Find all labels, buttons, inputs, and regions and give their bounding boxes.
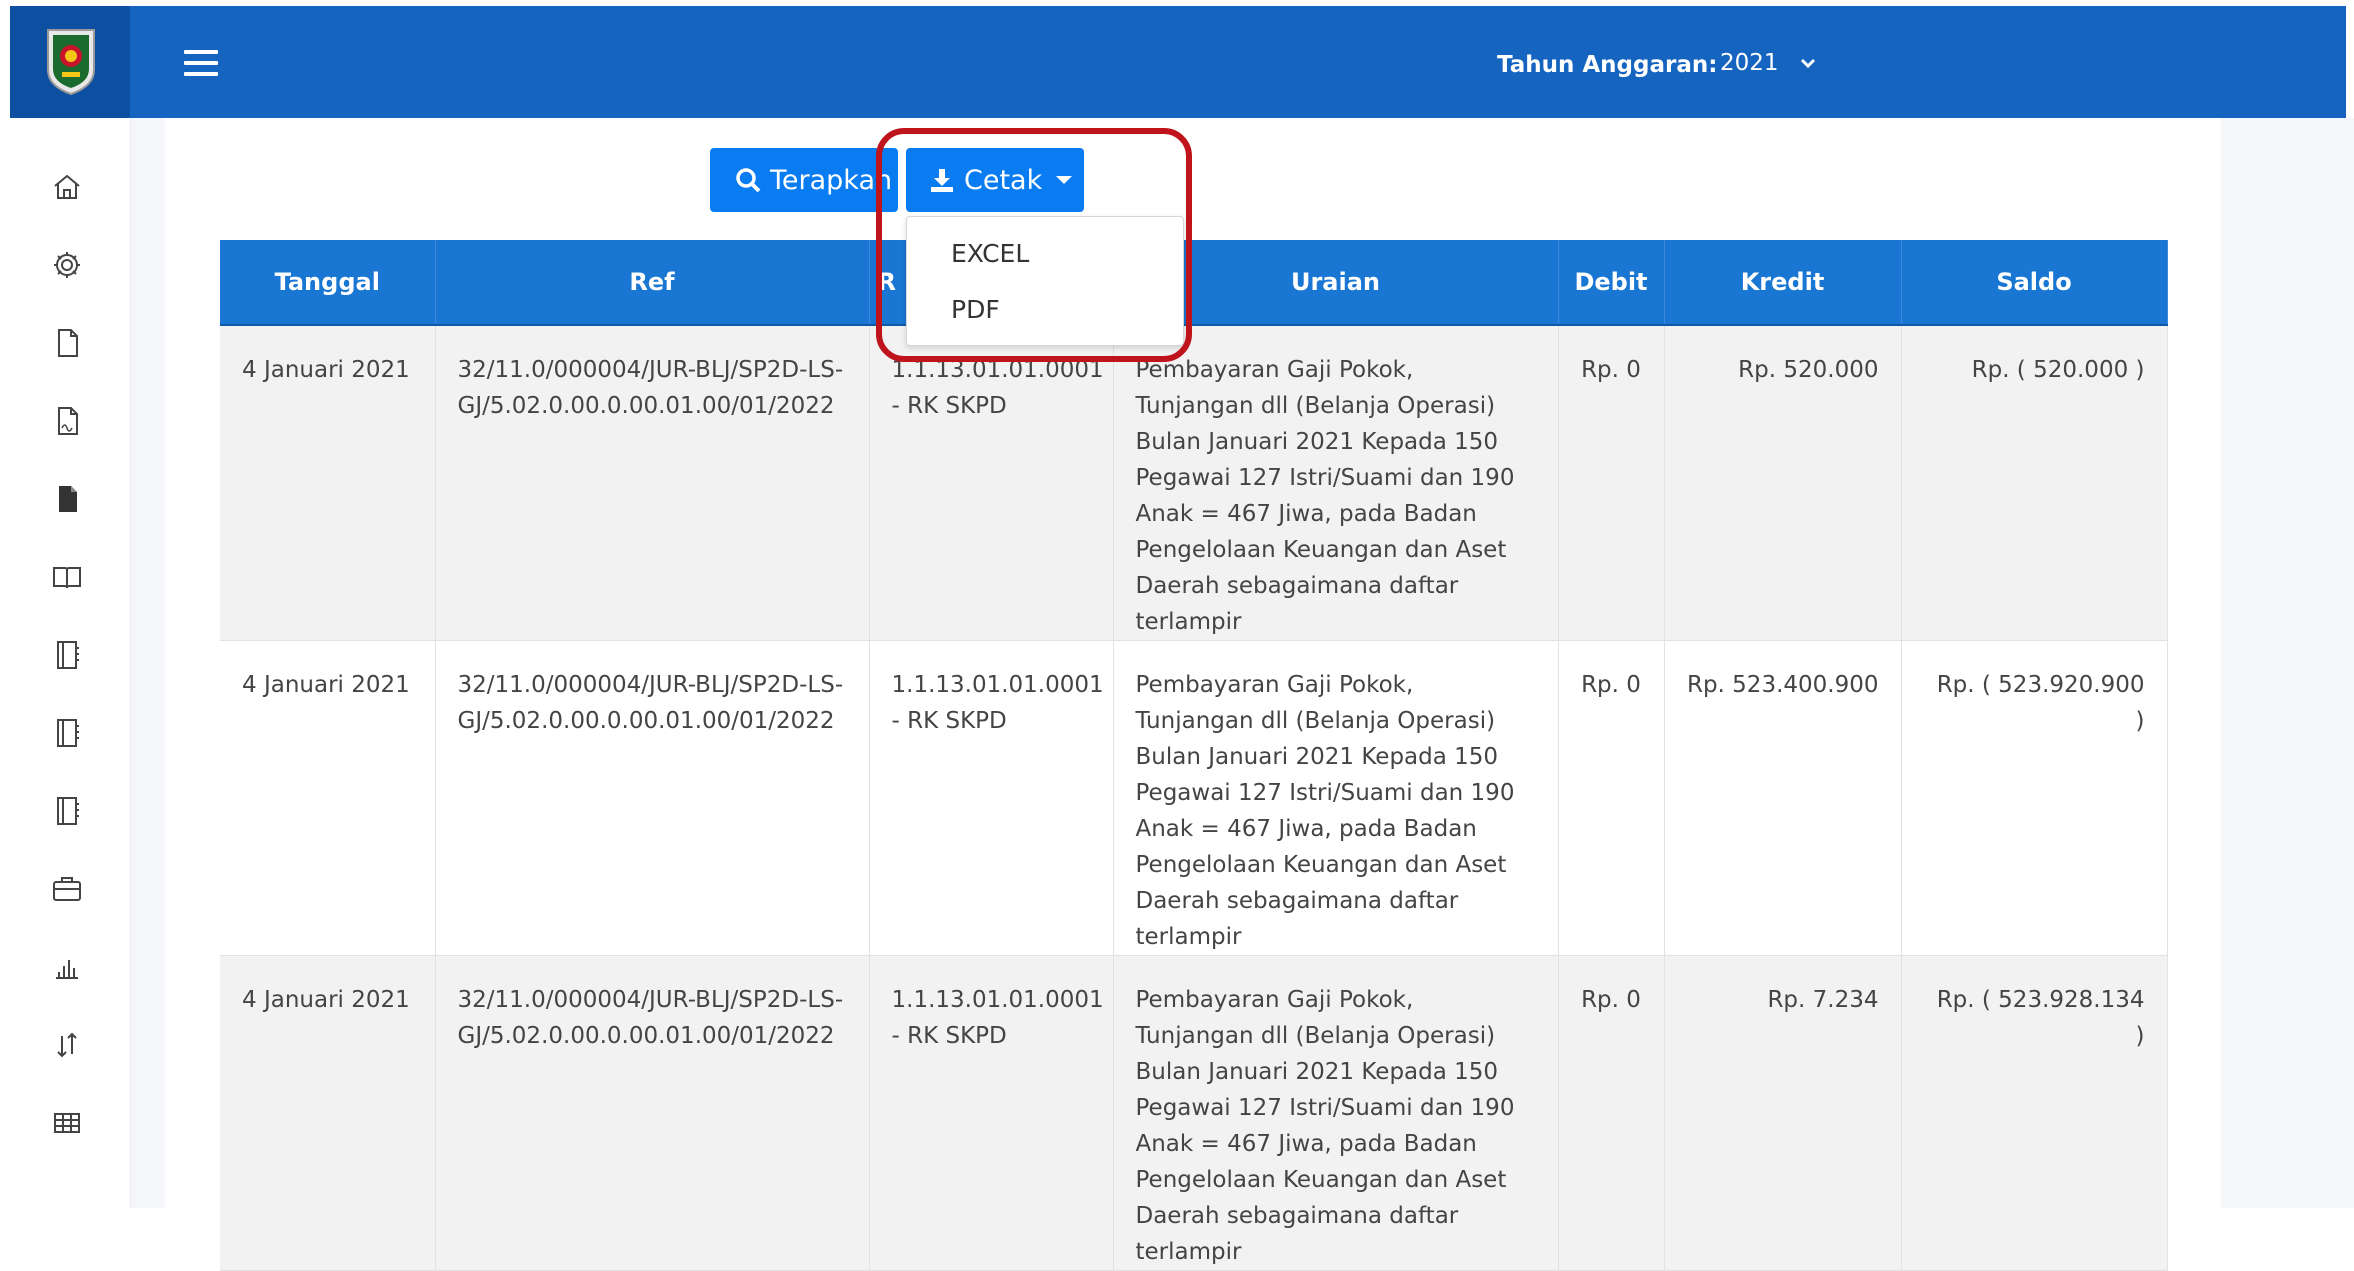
column-header-ref[interactable]: Ref (435, 240, 870, 326)
cell-debit: Rp. 0 (1558, 325, 1665, 641)
menu-toggle-icon[interactable] (184, 50, 218, 76)
cell-tanggal: 4 Januari 2021 (220, 955, 436, 1271)
cell-tanggal: 4 Januari 2021 (220, 325, 436, 641)
annotation-highlight (876, 128, 1192, 362)
transfer-arrows-icon[interactable] (50, 1028, 84, 1062)
cell-rek: 1.1.13.01.01.0001 - RK SKPD (869, 955, 1114, 1271)
column-header-debit[interactable]: Debit (1558, 240, 1665, 326)
cell-debit: Rp. 0 (1558, 955, 1665, 1271)
column-header-tanggal[interactable]: Tanggal (220, 240, 436, 326)
cell-uraian: Pembayaran Gaji Pokok, Tunjangan dll (Be… (1113, 955, 1559, 1271)
search-icon (736, 168, 761, 193)
apply-button-label: Terapkan (770, 164, 893, 196)
column-header-saldo[interactable]: Saldo (1901, 240, 2168, 326)
table-icon[interactable] (50, 1106, 84, 1140)
budget-year-value: 2021 (1720, 50, 1779, 76)
cell-ref: 32/11.0/000004/JUR-BLJ/SP2D-LS-GJ/5.02.0… (435, 955, 870, 1271)
file-icon[interactable] (50, 326, 84, 360)
sidebar (0, 118, 131, 1208)
table-row: 4 Januari 2021 32/11.0/000004/JUR-BLJ/SP… (220, 955, 2168, 1271)
topbar-edge (1856, 0, 2346, 6)
briefcase-icon[interactable] (50, 872, 84, 906)
cell-debit: Rp. 0 (1558, 640, 1665, 956)
table-header-row: Tanggal Ref R Uraian Debit Kredit Saldo (220, 240, 2168, 326)
cell-kredit: Rp. 523.400.900 (1664, 640, 1902, 956)
bar-chart-icon[interactable] (50, 950, 84, 984)
top-navbar: Tahun Anggaran: 2021 (10, 6, 2346, 118)
budget-year-label: Tahun Anggaran: (1497, 52, 1718, 78)
gear-icon[interactable] (50, 248, 84, 282)
notebook-icon[interactable] (50, 794, 84, 828)
apply-button[interactable]: Terapkan (710, 148, 898, 212)
cell-kredit: Rp. 7.234 (1664, 955, 1902, 1271)
file-signed-icon[interactable] (50, 404, 84, 438)
cell-saldo: Rp. ( 520.000 ) (1901, 325, 2168, 641)
cell-uraian: Pembayaran Gaji Pokok, Tunjangan dll (Be… (1113, 640, 1559, 956)
cell-rek: 1.1.13.01.01.0001 - RK SKPD (869, 325, 1114, 641)
column-header-kredit[interactable]: Kredit (1664, 240, 1902, 326)
table-row: 4 Januari 2021 32/11.0/000004/JUR-BLJ/SP… (220, 640, 2168, 956)
budget-year-select[interactable]: 2021 (1720, 46, 1840, 80)
table-row: 4 Januari 2021 32/11.0/000004/JUR-BLJ/SP… (220, 325, 2168, 641)
cell-kredit: Rp. 520.000 (1664, 325, 1902, 641)
notebook-icon[interactable] (50, 638, 84, 672)
emblem-logo (47, 29, 95, 96)
notebook-icon[interactable] (50, 716, 84, 750)
ledger-table: Tanggal Ref R Uraian Debit Kredit Saldo … (220, 240, 2168, 1271)
cell-tanggal: 4 Januari 2021 (220, 640, 436, 956)
cell-ref: 32/11.0/000004/JUR-BLJ/SP2D-LS-GJ/5.02.0… (435, 640, 870, 956)
cell-uraian: Pembayaran Gaji Pokok, Tunjangan dll (Be… (1113, 325, 1559, 641)
cell-saldo: Rp. ( 523.928.134 ) (1901, 955, 2168, 1271)
file-filled-icon[interactable] (50, 482, 84, 516)
logo-cell (10, 6, 130, 118)
chevron-down-icon (1800, 58, 1815, 69)
cell-ref: 32/11.0/000004/JUR-BLJ/SP2D-LS-GJ/5.02.0… (435, 325, 870, 641)
home-icon[interactable] (50, 170, 84, 204)
cell-saldo: Rp. ( 523.920.900 ) (1901, 640, 2168, 956)
cell-rek: 1.1.13.01.01.0001 - RK SKPD (869, 640, 1114, 956)
book-open-icon[interactable] (50, 560, 84, 594)
